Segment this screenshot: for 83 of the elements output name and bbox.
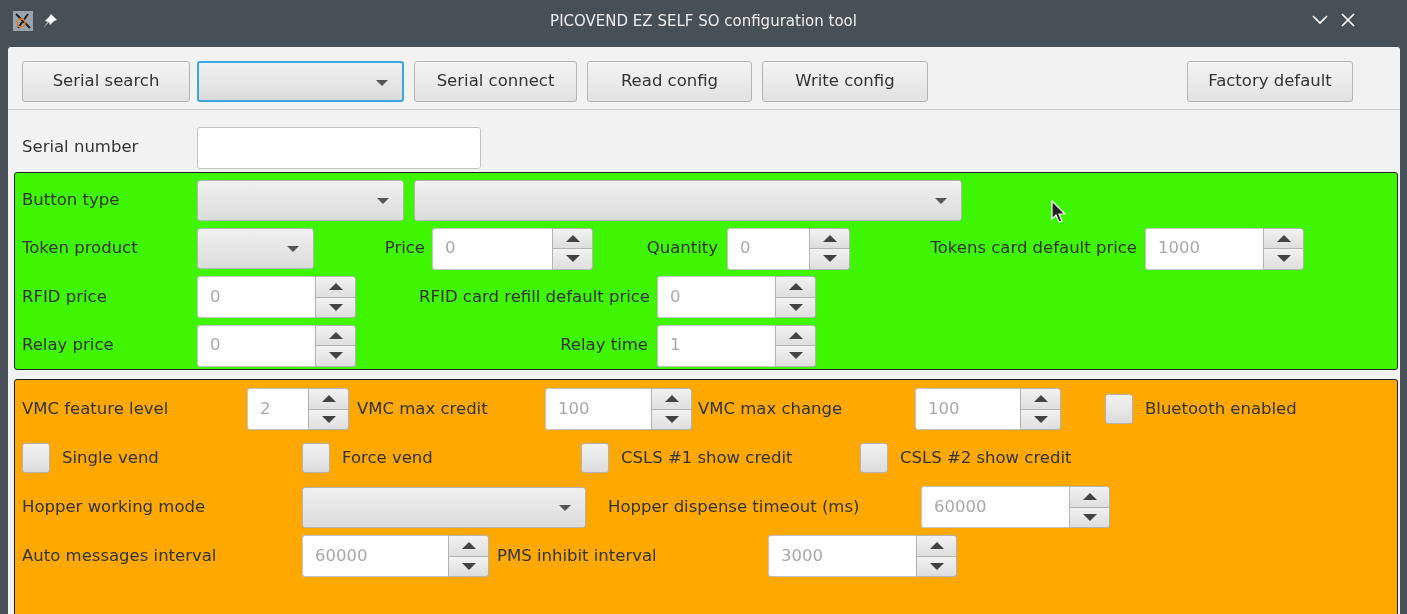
toolbar-button[interactable]: Read config [587, 61, 752, 102]
increment-button[interactable] [1263, 227, 1304, 249]
field-label: Token product [22, 237, 139, 260]
checkbox-label: CSLS #1 show credit [621, 446, 793, 469]
checkbox-label: Force vend [342, 446, 433, 469]
decrement-button[interactable] [775, 346, 816, 367]
field-label: Quantity [645, 237, 718, 260]
checkbox[interactable] [22, 443, 50, 473]
field-label: PMS inhibit interval [497, 544, 658, 567]
number-field[interactable]: 0 [432, 227, 552, 270]
decrement-button[interactable] [775, 297, 816, 318]
decrement-button[interactable] [916, 556, 957, 577]
field-label: Serial number [22, 136, 140, 159]
checkbox-label: Bluetooth enabled [1145, 397, 1297, 420]
number-field[interactable]: 60000 [302, 535, 448, 577]
field-label: Auto messages interval [22, 544, 218, 567]
field-label: Relay time [559, 334, 648, 357]
toolbar-button[interactable]: Serial search [22, 61, 190, 102]
checkbox-label: Single vend [62, 446, 159, 469]
checkbox[interactable] [860, 443, 888, 473]
decrement-button[interactable] [1069, 507, 1110, 528]
increment-button[interactable] [1069, 486, 1110, 508]
caret-icon [935, 197, 947, 204]
number-field[interactable]: 0 [197, 324, 315, 367]
toolbar-button[interactable]: Serial connect [414, 61, 577, 102]
number-field[interactable]: 3000 [768, 535, 916, 577]
caret-icon [376, 80, 388, 86]
increment-button[interactable] [315, 324, 356, 346]
increment-button[interactable] [552, 227, 593, 249]
field-label: Tokens card default price [929, 237, 1137, 260]
increment-button[interactable] [1020, 388, 1061, 410]
number-field[interactable]: 0 [727, 227, 809, 270]
number-field[interactable]: 100 [545, 388, 651, 430]
field-label: VMC max change [698, 397, 844, 420]
close-icon[interactable] [1341, 13, 1355, 27]
decrement-button[interactable] [1263, 249, 1304, 270]
window-title: PICOVEND EZ SELF SO configuration tool [550, 11, 857, 32]
checkbox[interactable] [1105, 394, 1133, 424]
number-field[interactable]: 1000 [1145, 227, 1263, 270]
decrement-button[interactable] [809, 249, 850, 270]
decrement-button[interactable] [308, 409, 349, 430]
field-label: Button type [22, 188, 121, 211]
number-field[interactable]: 2 [247, 388, 308, 430]
decrement-button[interactable] [552, 249, 593, 270]
decrement-button[interactable] [1020, 409, 1061, 430]
increment-button[interactable] [308, 388, 349, 410]
checkbox[interactable] [581, 443, 609, 473]
text-field[interactable] [197, 126, 481, 169]
toolbar-button[interactable]: Factory default [1187, 61, 1353, 102]
decrement-button[interactable] [315, 346, 356, 367]
mouse-cursor-icon [1051, 200, 1067, 224]
increment-button[interactable] [775, 276, 816, 298]
app-logo-icon [13, 11, 33, 31]
increment-button[interactable] [448, 535, 489, 557]
field-label: Hopper dispense timeout (ms) [608, 495, 861, 518]
checkbox-label: CSLS #2 show credit [900, 446, 1072, 469]
checkbox[interactable] [302, 443, 330, 473]
field-label: Relay price [22, 334, 115, 357]
increment-button[interactable] [809, 227, 850, 249]
number-field[interactable]: 1 [657, 324, 775, 367]
increment-button[interactable] [651, 388, 692, 410]
decrement-button[interactable] [315, 297, 356, 318]
field-label: Price [383, 237, 425, 260]
number-field[interactable]: 100 [915, 388, 1020, 430]
decrement-button[interactable] [448, 556, 489, 577]
caret-icon [377, 197, 389, 204]
field-label: VMC max credit [357, 397, 489, 420]
pin-icon[interactable] [42, 13, 58, 29]
toolbar-button[interactable]: Write config [762, 61, 928, 102]
chevron-down-icon[interactable] [1312, 15, 1328, 25]
increment-button[interactable] [916, 535, 957, 557]
increment-button[interactable] [775, 324, 816, 346]
field-label: VMC feature level [22, 397, 170, 420]
field-label: RFID price [22, 285, 108, 308]
field-label: RFID card refill default price [418, 285, 650, 308]
decrement-button[interactable] [651, 409, 692, 430]
caret-icon [559, 504, 571, 511]
number-field[interactable]: 0 [197, 276, 315, 318]
increment-button[interactable] [315, 276, 356, 298]
number-field[interactable]: 0 [657, 276, 775, 318]
field-label: Hopper working mode [22, 495, 207, 518]
caret-icon [287, 246, 299, 252]
number-field[interactable]: 60000 [921, 486, 1069, 528]
